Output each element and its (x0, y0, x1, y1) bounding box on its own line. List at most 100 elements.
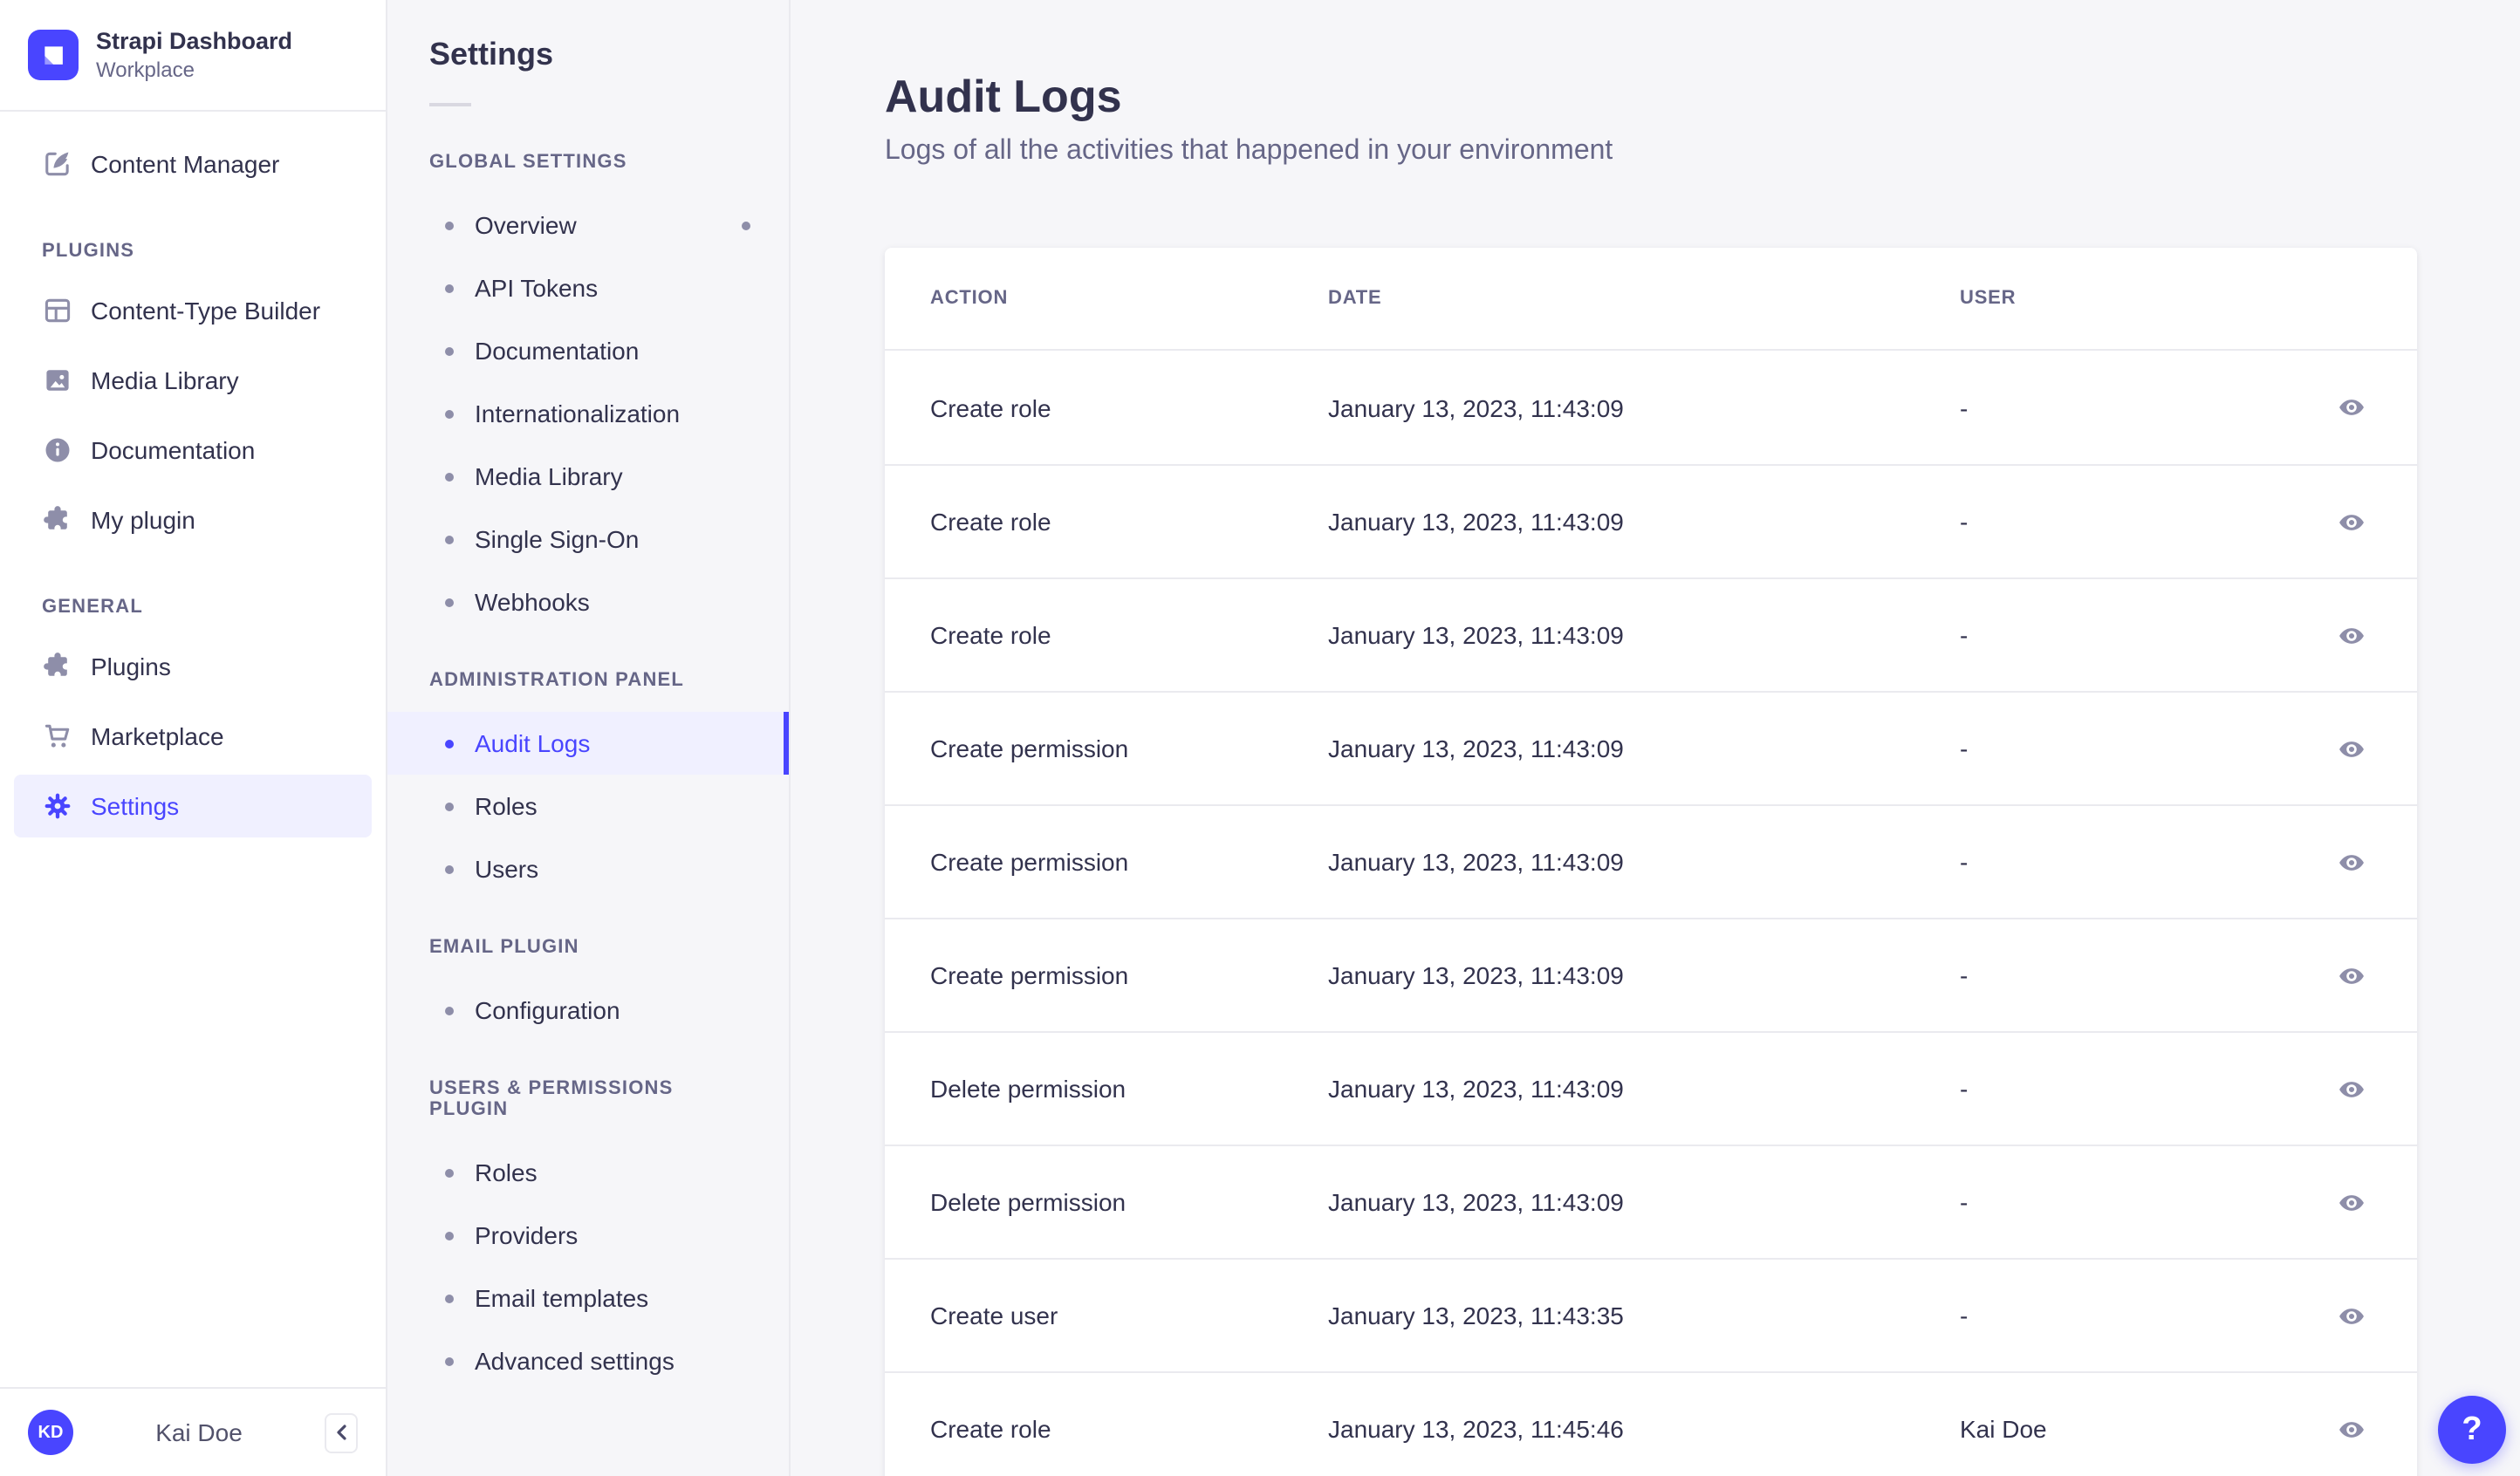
eye-icon (2336, 507, 2366, 536)
subnav-item-label: Single Sign-On (475, 525, 639, 553)
sidebar-item-media-library[interactable]: Media Library (14, 349, 372, 412)
subnav-item-label: Email templates (475, 1284, 648, 1312)
puzzle-icon (42, 651, 73, 682)
subnav-item-email-templates[interactable]: Email templates (387, 1267, 789, 1329)
main-sidebar: Strapi Dashboard Workplace Content Manag… (0, 0, 387, 1476)
subnav-item-label: Audit Logs (475, 729, 590, 757)
row-user: - (1960, 848, 2302, 876)
table-row: Delete permission January 13, 2023, 11:4… (885, 1031, 2417, 1145)
subnav-item-roles-admin[interactable]: Roles (387, 775, 789, 837)
row-action: Delete permission (930, 1188, 1328, 1216)
row-date: January 13, 2023, 11:43:09 (1328, 735, 1960, 762)
column-header-action: ACTION (930, 288, 1328, 309)
column-header-date: DATE (1328, 288, 1960, 309)
subnav-item-label: API Tokens (475, 274, 598, 302)
table-row: Create role January 13, 2023, 11:43:09 - (885, 464, 2417, 577)
workspace-subtitle: Workplace (96, 58, 292, 82)
row-user: - (1960, 508, 2302, 536)
subnav-item-documentation[interactable]: Documentation (387, 319, 789, 382)
user-name[interactable]: Kai Doe (73, 1418, 325, 1446)
sidebar-item-label: Content Manager (91, 150, 279, 178)
subnav-item-label: Roles (475, 1158, 538, 1186)
help-button[interactable]: ? (2438, 1396, 2506, 1464)
row-user: - (1960, 1188, 2302, 1216)
subnav-item-api-tokens[interactable]: API Tokens (387, 256, 789, 319)
eye-icon (2336, 847, 2366, 877)
bullet-icon (445, 1168, 454, 1177)
pen-icon (42, 148, 73, 180)
subnav-item-single-sign-on[interactable]: Single Sign-On (387, 508, 789, 571)
bullet-icon (445, 1006, 454, 1015)
subnav-item-internationalization[interactable]: Internationalization (387, 382, 789, 445)
subnav-item-users[interactable]: Users (387, 837, 789, 900)
row-user: - (1960, 393, 2302, 421)
view-log-button[interactable] (2330, 1408, 2372, 1450)
eye-icon (2336, 1074, 2366, 1104)
subnav-item-overview[interactable]: Overview (387, 194, 789, 256)
table-row: Create user January 13, 2023, 11:43:35 - (885, 1258, 2417, 1371)
bullet-icon (445, 1356, 454, 1365)
bullet-icon (445, 221, 454, 229)
sidebar-item-marketplace[interactable]: Marketplace (14, 705, 372, 768)
bullet-icon (445, 802, 454, 810)
subnav-item-configuration[interactable]: Configuration (387, 979, 789, 1042)
sidebar-item-my-plugin[interactable]: My plugin (14, 489, 372, 551)
page-title: Audit Logs (885, 73, 2520, 120)
subnav-item-providers[interactable]: Providers (387, 1204, 789, 1267)
user-avatar[interactable]: KD (28, 1410, 73, 1455)
bullet-icon (445, 284, 454, 292)
view-log-button[interactable] (2330, 501, 2372, 543)
row-user: - (1960, 1302, 2302, 1329)
subnav-item-advanced-settings[interactable]: Advanced settings (387, 1329, 789, 1392)
sidebar-item-settings[interactable]: Settings (14, 775, 372, 837)
strapi-dashboard-app: Strapi Dashboard Workplace Content Manag… (0, 0, 2520, 1476)
sidebar-item-label: Plugins (91, 653, 171, 680)
bullet-icon (445, 864, 454, 873)
subnav-item-label: Internationalization (475, 400, 680, 427)
subnav-item-audit-logs[interactable]: Audit Logs (387, 712, 789, 775)
view-log-button[interactable] (2330, 1181, 2372, 1223)
view-log-button[interactable] (2330, 728, 2372, 769)
subnav-section-global-settings: GLOBAL SETTINGS (387, 152, 789, 173)
row-action: Create permission (930, 848, 1328, 876)
workspace-title: Strapi Dashboard (96, 28, 292, 54)
row-action: Create user (930, 1302, 1328, 1329)
subnav-item-media-library[interactable]: Media Library (387, 445, 789, 508)
subnav-item-label: Users (475, 855, 538, 883)
subnav-item-webhooks[interactable]: Webhooks (387, 571, 789, 633)
view-log-button[interactable] (2330, 954, 2372, 996)
cart-icon (42, 721, 73, 752)
bullet-icon (445, 1231, 454, 1240)
collapse-sidebar-button[interactable] (325, 1412, 358, 1452)
sidebar-item-documentation[interactable]: Documentation (14, 419, 372, 482)
subnav-item-label: Providers (475, 1221, 578, 1249)
sidebar-item-label: Marketplace (91, 722, 224, 750)
bullet-icon (445, 739, 454, 748)
view-log-button[interactable] (2330, 1068, 2372, 1110)
eye-icon (2336, 734, 2366, 763)
workspace-switcher[interactable]: Strapi Dashboard Workplace (0, 0, 386, 112)
table-row: Create role January 13, 2023, 11:43:09 - (885, 577, 2417, 691)
view-log-button[interactable] (2330, 841, 2372, 883)
chevron-left-icon (332, 1424, 350, 1441)
main-content: Audit Logs Logs of all the activities th… (791, 0, 2520, 1476)
bullet-icon (445, 1294, 454, 1302)
view-log-button[interactable] (2330, 386, 2372, 428)
eye-icon (2336, 393, 2366, 422)
subnav-item-label: Configuration (475, 996, 620, 1024)
sidebar-footer: KD Kai Doe (0, 1387, 386, 1476)
subnav-section-email-plugin: EMAIL PLUGIN (387, 937, 789, 958)
sidebar-item-plugins[interactable]: Plugins (14, 635, 372, 698)
subnav-item-roles-up[interactable]: Roles (387, 1141, 789, 1204)
sidebar-item-content-type-builder[interactable]: Content-Type Builder (14, 279, 372, 342)
sidebar-item-label: My plugin (91, 506, 195, 534)
sidebar-item-content-manager[interactable]: Content Manager (14, 133, 372, 195)
row-date: January 13, 2023, 11:45:46 (1328, 1415, 1960, 1443)
layout-icon (42, 295, 73, 326)
row-action: Create role (930, 1415, 1328, 1443)
page-subtitle: Logs of all the activities that happened… (885, 136, 2520, 167)
view-log-button[interactable] (2330, 614, 2372, 656)
gear-icon (42, 790, 73, 822)
view-log-button[interactable] (2330, 1295, 2372, 1336)
bullet-icon (445, 409, 454, 418)
